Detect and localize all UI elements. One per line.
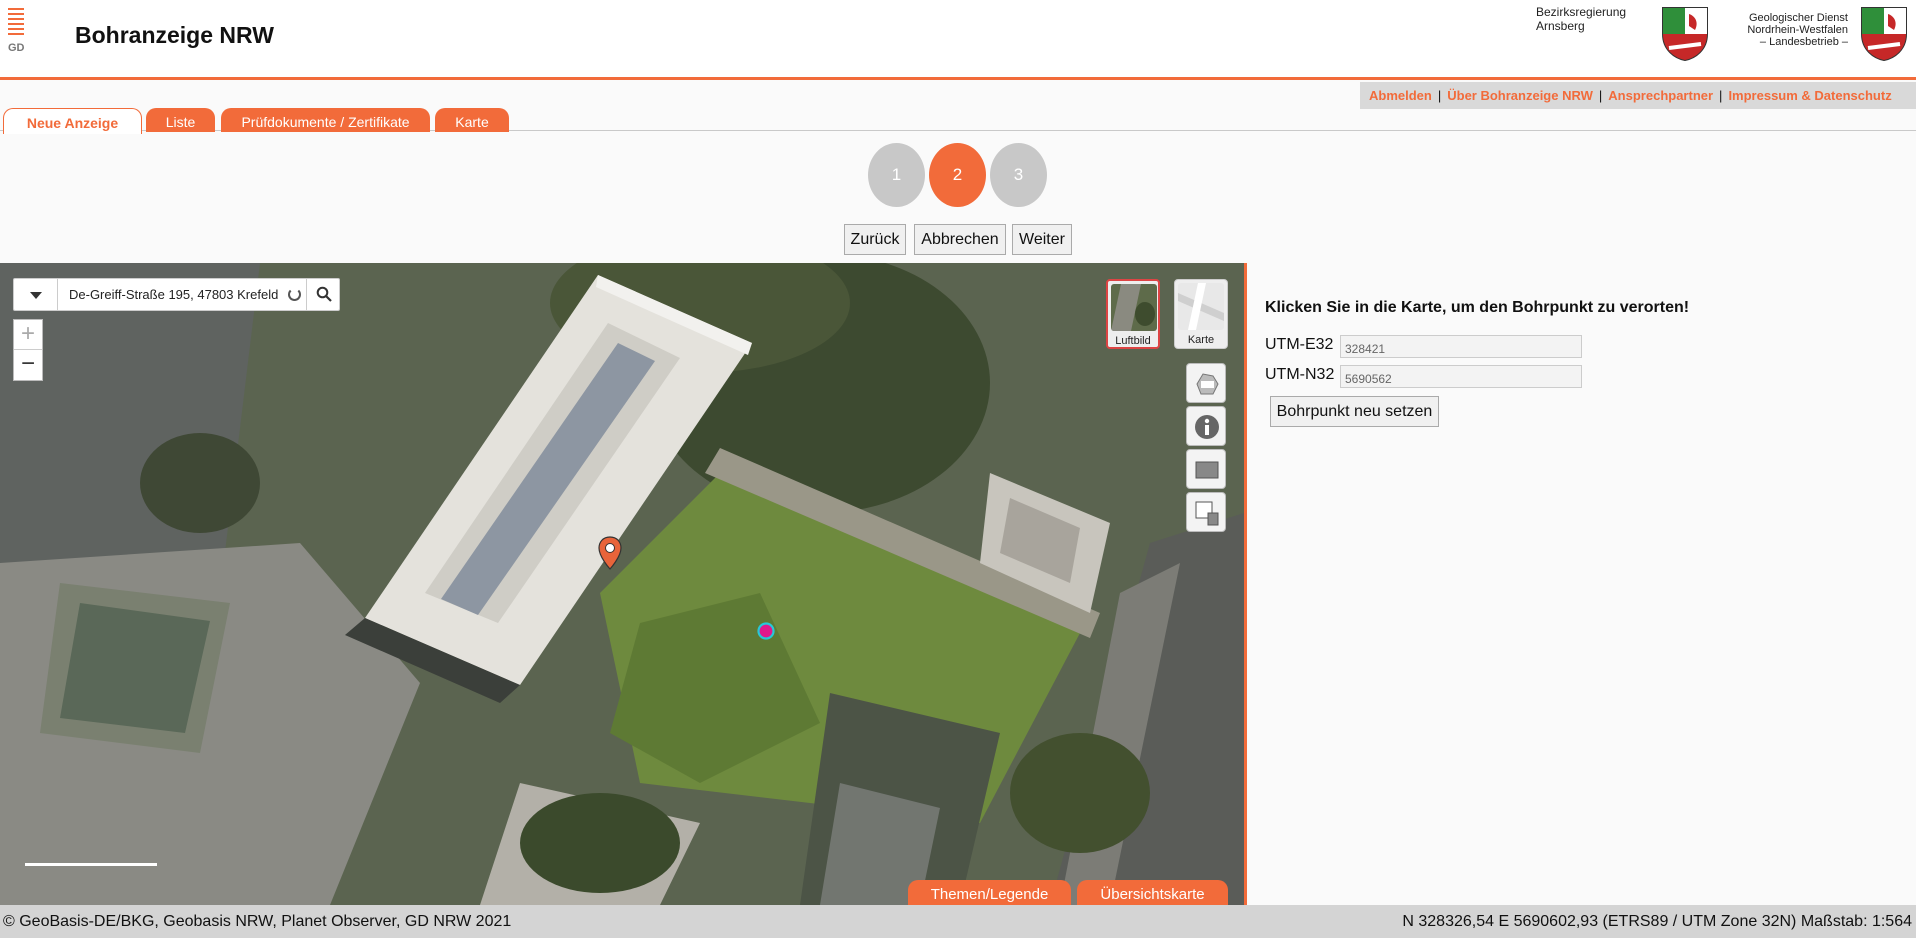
search-icon	[316, 286, 332, 302]
utm-n-label: UTM-N32	[1265, 366, 1335, 383]
layer-icon	[1195, 461, 1219, 479]
contact-link[interactable]: Ansprechpartner	[1608, 88, 1713, 103]
basemap-luftbild[interactable]: Luftbild	[1106, 279, 1160, 349]
themes-legend-tab[interactable]: Themen/Legende	[908, 880, 1071, 905]
map-view[interactable]: + − Luftbild Karte Themen/Legende Übersi…	[0, 263, 1244, 905]
utm-e-field[interactable]	[1340, 335, 1582, 358]
search-mode-dropdown[interactable]	[14, 279, 58, 310]
search-input[interactable]	[59, 279, 305, 310]
brand-bezirksregierung: Bezirksregierung Arnsberg	[1536, 5, 1627, 33]
meta-navigation: Abmelden | Über Bohranzeige NRW | Ansprechpa…	[1360, 82, 1916, 109]
attribution-text: © GeoBasis-DE/BKG, Geobasis NRW, Planet …	[3, 913, 512, 930]
info-button[interactable]	[1186, 406, 1226, 446]
imprint-link[interactable]: Impressum & Datenschutz	[1728, 88, 1891, 103]
status-bar: © GeoBasis-DE/BKG, Geobasis NRW, Planet …	[0, 905, 1916, 938]
info-icon	[1195, 415, 1219, 439]
zoom-in-button[interactable]: +	[14, 320, 42, 350]
about-link[interactable]: Über Bohranzeige NRW	[1447, 88, 1593, 103]
aerial-imagery[interactable]	[0, 263, 1244, 905]
tab-pruefdokumente[interactable]: Prüfdokumente / Zertifikate	[221, 108, 430, 132]
print-button[interactable]	[1186, 492, 1226, 532]
basemap-karte[interactable]: Karte	[1174, 279, 1228, 349]
zoom-out-button[interactable]: −	[14, 350, 42, 380]
drill-point-icon[interactable]	[757, 622, 775, 640]
gd-logo-text: GD	[8, 42, 25, 54]
gd-logo[interactable]: GD	[8, 8, 28, 58]
map-divider	[1244, 263, 1247, 905]
loading-spinner-icon	[288, 288, 301, 301]
logout-link[interactable]: Abmelden	[1369, 88, 1432, 103]
app-header: GD Bohranzeige NRW Bezirksregierung Arns…	[0, 0, 1916, 80]
utm-n-field[interactable]	[1340, 365, 1582, 388]
nrw-overview-icon	[1196, 373, 1219, 395]
address-search	[13, 278, 340, 311]
map-thumbnail-icon	[1178, 283, 1224, 330]
chevron-down-icon	[30, 292, 42, 299]
step-1[interactable]: 1	[868, 143, 925, 207]
nrw-overview-button[interactable]	[1186, 363, 1226, 403]
aerial-thumbnail-icon	[1111, 284, 1157, 331]
coordinate-panel: Klicken Sie in die Karte, um den Bohrpun…	[1248, 263, 1916, 905]
app-title: Bohranzeige NRW	[75, 22, 274, 48]
panel-instruction: Klicken Sie in die Karte, um den Bohrpun…	[1265, 299, 1690, 316]
next-button[interactable]: Weiter	[1012, 224, 1072, 255]
cancel-button[interactable]: Abbrechen	[914, 224, 1006, 255]
brand-geologischer-dienst: Geologischer Dienst Nordrhein-Westfalen …	[1747, 12, 1848, 48]
print-icon	[1195, 501, 1219, 526]
zoom-control: + −	[13, 319, 43, 381]
tab-karte[interactable]: Karte	[435, 108, 509, 132]
search-button[interactable]	[306, 279, 340, 310]
nrw-coat-of-arms-icon-2	[1861, 7, 1907, 62]
layer-button[interactable]	[1186, 449, 1226, 489]
coordinate-readout: N 328326,54 E 5690602,93 (ETRS89 / UTM Z…	[1402, 913, 1912, 930]
overview-map-tab[interactable]: Übersichtskarte	[1077, 880, 1228, 905]
utm-e-label: UTM-E32	[1265, 336, 1334, 353]
step-3[interactable]: 3	[990, 143, 1047, 207]
map-marker-icon[interactable]	[598, 536, 622, 570]
tab-liste[interactable]: Liste	[146, 108, 215, 132]
main-tabs: Neue Anzeige Liste Prüfdokumente / Zerti…	[0, 106, 1916, 134]
back-button[interactable]: Zurück	[844, 224, 906, 255]
step-2[interactable]: 2	[929, 143, 986, 207]
reset-drill-point-button[interactable]: Bohrpunkt neu setzen	[1270, 396, 1439, 427]
tab-neue-anzeige[interactable]: Neue Anzeige	[3, 108, 142, 134]
